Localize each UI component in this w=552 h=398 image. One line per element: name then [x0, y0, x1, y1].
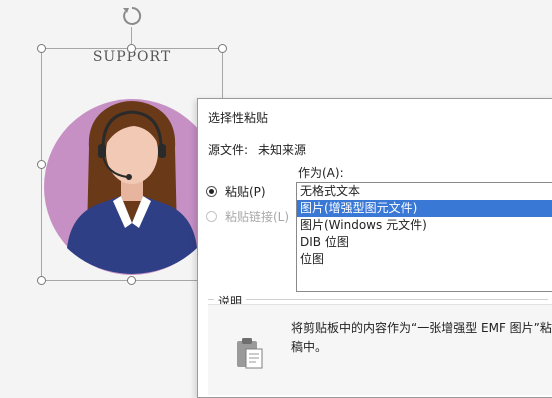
resize-handle-bottom[interactable]	[127, 276, 136, 285]
paste-link-radio-label: 粘贴链接(L)	[225, 210, 290, 224]
source-label: 源文件:	[208, 143, 249, 157]
description-group-border	[208, 299, 548, 300]
as-label: 作为(A):	[298, 166, 344, 180]
format-item-unformatted-text[interactable]: 无格式文本	[297, 183, 552, 200]
paste-radio-label: 粘贴(P)	[225, 185, 266, 199]
resize-handle-bottom-left[interactable]	[37, 276, 46, 285]
format-item-bitmap[interactable]: 位图	[297, 251, 552, 268]
paste-special-dialog: 选择性粘贴 源文件: 未知来源 作为(A): 粘贴(P) 粘贴链接(L) 无格式…	[197, 98, 552, 398]
rotate-handle-line	[131, 27, 132, 44]
format-item-windows-metafile[interactable]: 图片(Windows 元文件)	[297, 217, 552, 234]
description-text: 将剪贴板中的内容作为“一张增强型 EMF 图片”粘稿中。	[291, 321, 552, 354]
resize-handle-top-left[interactable]	[37, 44, 46, 53]
paste-link-radio-option: 粘贴链接(L)	[206, 208, 289, 225]
selection-frame	[41, 48, 223, 281]
clipboard-icon	[237, 338, 263, 369]
format-item-dib-bitmap[interactable]: DIB 位图	[297, 234, 552, 251]
resize-handle-left[interactable]	[37, 160, 46, 169]
dialog-title: 选择性粘贴	[208, 111, 269, 125]
resize-handle-top[interactable]	[127, 44, 136, 53]
format-item-enhanced-metafile[interactable]: 图片(增强型图元文件)	[297, 200, 552, 217]
paste-radio-option[interactable]: 粘贴(P)	[206, 183, 266, 200]
paste-link-radio-button	[206, 211, 217, 222]
source-value: 未知来源	[258, 143, 307, 157]
rotate-handle-icon[interactable]	[121, 5, 143, 27]
paste-radio-button[interactable]	[206, 186, 217, 197]
resize-handle-top-right[interactable]	[218, 44, 227, 53]
format-listbox[interactable]: 无格式文本 图片(增强型图元文件) 图片(Windows 元文件) DIB 位图…	[296, 182, 552, 292]
